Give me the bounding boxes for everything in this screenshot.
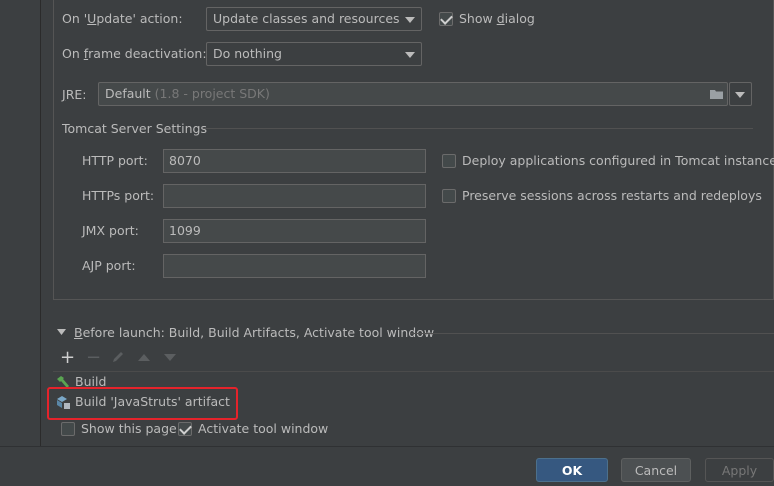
before-launch-divider: [410, 333, 774, 334]
http-port-label: HTTP port:: [82, 153, 148, 168]
left-sidebar-strip: [0, 0, 41, 446]
dialog-footer-divider: [0, 446, 774, 447]
update-action-value: Update classes and resources: [213, 11, 400, 26]
jre-value: Default: [105, 86, 151, 101]
activate-tool-window-label: Activate tool window: [198, 421, 329, 436]
jre-hint: (1.8 - project SDK): [154, 86, 270, 101]
update-action-label-prefix: On ': [62, 11, 88, 26]
deploy-applications-checkbox[interactable]: [442, 154, 456, 168]
before-launch-title-suffix: efore launch: Build, Build Artifacts, Ac…: [82, 325, 435, 340]
ajp-port-label: AJP port:: [82, 258, 136, 273]
frame-deactivation-combo[interactable]: Do nothing: [206, 42, 422, 66]
add-icon[interactable]: +: [60, 349, 75, 367]
preserve-sessions-label: Preserve sessions across restarts and re…: [462, 188, 762, 203]
show-dialog-label-suffix: ialog: [504, 11, 535, 26]
jre-dropdown-button[interactable]: [729, 82, 752, 106]
https-port-label: HTTPs port:: [82, 188, 155, 203]
deploy-applications-label: Deploy applications configured in Tomcat…: [462, 153, 774, 168]
cancel-button[interactable]: Cancel: [621, 458, 691, 482]
show-this-page-checkbox[interactable]: [61, 422, 75, 436]
move-down-icon[interactable]: [164, 354, 176, 362]
before-launch-title-mnemonic: B: [74, 325, 83, 340]
jre-combo[interactable]: Default (1.8 - project SDK): [98, 82, 728, 106]
chevron-down-icon: [405, 17, 415, 23]
move-up-icon[interactable]: [138, 353, 150, 361]
frame-deactivation-label-suffix: rame deactivation:: [88, 46, 207, 61]
frame-deactivation-label-prefix: On: [62, 46, 84, 61]
tomcat-section-divider: [203, 128, 753, 129]
update-action-label-mnemonic: U: [87, 11, 97, 26]
folder-icon[interactable]: [709, 88, 724, 100]
highlight-annotation: [47, 387, 238, 420]
frame-deactivation-label: On frame deactivation:: [62, 46, 207, 61]
http-port-field[interactable]: 8070: [163, 149, 426, 173]
jre-label-suffix: RE:: [65, 87, 87, 102]
preserve-sessions-checkbox[interactable]: [442, 189, 456, 203]
remove-icon[interactable]: −: [86, 349, 101, 367]
apply-button[interactable]: Apply: [705, 458, 774, 482]
ajp-port-field[interactable]: [163, 254, 426, 278]
chevron-down-icon: [735, 92, 745, 98]
tomcat-section-title: Tomcat Server Settings: [62, 121, 207, 136]
ok-button[interactable]: OK: [536, 458, 608, 482]
activate-tool-window-checkbox[interactable]: [178, 422, 192, 436]
jmx-port-field[interactable]: 1099: [163, 219, 426, 243]
before-launch-title: Before launch: Build, Build Artifacts, A…: [74, 325, 434, 340]
show-this-page-label: Show this page: [81, 421, 177, 436]
chevron-down-icon: [405, 52, 415, 58]
jre-label: JRE:: [62, 87, 86, 102]
collapse-triangle-icon[interactable]: [57, 328, 66, 336]
show-dialog-label-prefix: Show: [459, 11, 497, 26]
update-action-label: On 'Update' action:: [62, 11, 183, 26]
show-dialog-label-mnemonic: d: [496, 11, 505, 26]
frame-deactivation-value: Do nothing: [213, 46, 282, 61]
update-action-label-suffix: pdate' action:: [96, 11, 183, 26]
show-dialog-label: Show dialog: [459, 11, 535, 26]
show-dialog-checkbox[interactable]: [439, 12, 453, 26]
https-port-field[interactable]: [163, 184, 426, 208]
edit-pencil-icon[interactable]: [111, 350, 125, 364]
update-action-combo[interactable]: Update classes and resources: [206, 7, 422, 31]
jmx-port-label: JMX port:: [82, 223, 139, 238]
